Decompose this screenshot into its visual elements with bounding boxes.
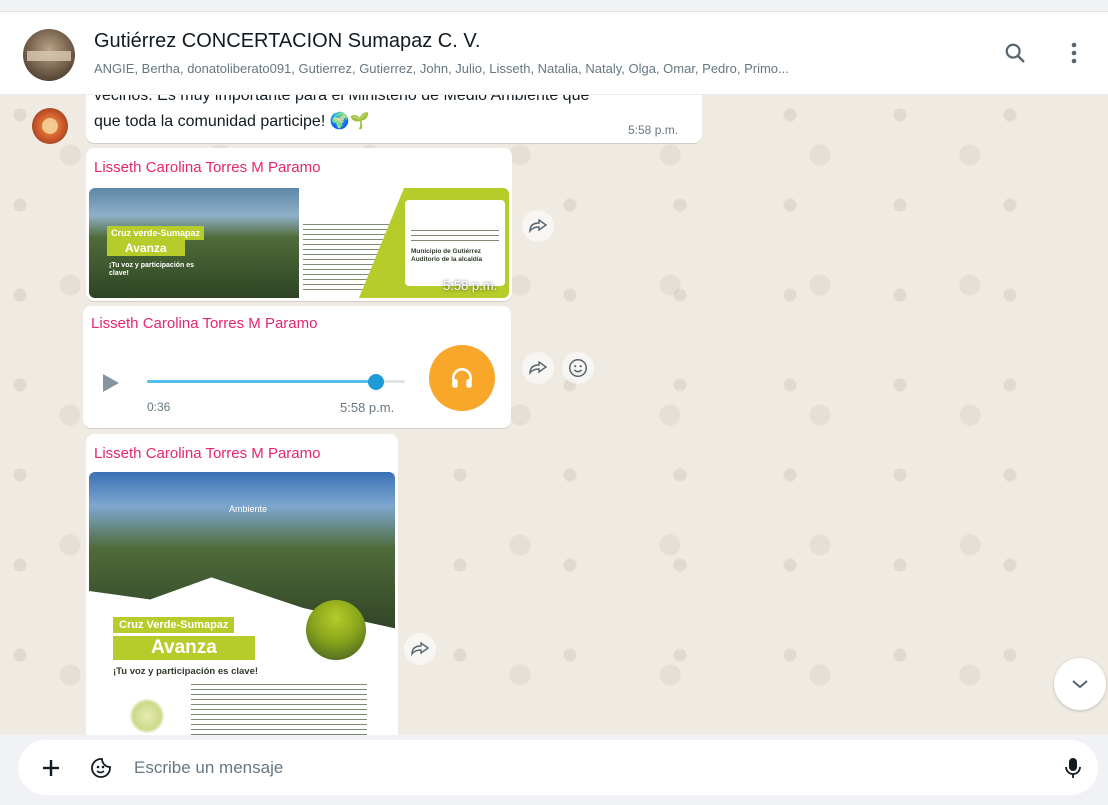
microphone-icon[interactable]: [1058, 753, 1088, 783]
poster-brand: Ambiente: [229, 504, 268, 514]
sender-avatar[interactable]: [32, 108, 68, 144]
search-icon[interactable]: [1000, 38, 1030, 68]
message-time: 5:58 p.m.: [628, 123, 679, 137]
frailejon-graphic: [129, 698, 165, 734]
poster-slogan: ¡Tu voz y participación es clave!: [113, 666, 259, 677]
poster-badge: [306, 600, 366, 660]
poster-tag-top: Cruz verde-Sumapaz: [107, 226, 205, 240]
poster-tag-top: Cruz Verde-Sumapaz: [113, 617, 235, 633]
attach-plus-icon[interactable]: [36, 753, 66, 783]
poster-info-card: Municipio de Gutiérrez Auditorio de la a…: [405, 200, 505, 286]
window-top-strip: [0, 0, 1108, 12]
poster-body-text: [191, 684, 367, 735]
audio-message[interactable]: Lisseth Carolina Torres M Paramo 0:36 5:…: [83, 306, 511, 428]
chat-header[interactable]: Gutiérrez CONCERTACION Sumapaz C. V. ANG…: [0, 12, 1108, 95]
poster-image[interactable]: Ambiente Cruz Verde-Sumapaz Avanza ¡Tu v…: [89, 472, 395, 735]
text-message[interactable]: vecinos. Es muy importante para el Minis…: [86, 95, 702, 143]
audio-progress-knob[interactable]: [368, 374, 384, 390]
sticker-emoji-icon[interactable]: [86, 753, 116, 783]
message-list[interactable]: vecinos. Es muy importante para el Minis…: [0, 95, 1108, 735]
sender-name[interactable]: Lisseth Carolina Torres M Paramo: [91, 315, 317, 332]
message-line: que toda la comunidad participe! 🌍🌱: [94, 113, 370, 130]
headphones-icon: [429, 345, 495, 411]
poster-slogan: ¡Tu voz y participación es clave!: [109, 262, 195, 277]
message-line: vecinos. Es muy importante para el Minis…: [94, 95, 590, 104]
forward-icon[interactable]: [404, 633, 436, 665]
message-input[interactable]: [134, 754, 1034, 782]
sender-name[interactable]: Lisseth Carolina Torres M Paramo: [94, 159, 320, 176]
poster-image[interactable]: Cruz verde-Sumapaz Avanza ¡Tu voz y part…: [89, 188, 509, 298]
chat-title[interactable]: Gutiérrez CONCERTACION Sumapaz C. V.: [94, 30, 480, 53]
audio-duration: 0:36: [147, 400, 171, 414]
scroll-down-chevron-icon[interactable]: [1054, 658, 1106, 710]
forward-icon[interactable]: [522, 352, 554, 384]
image-time: 5:58 p.m.: [443, 278, 498, 293]
image-message[interactable]: Lisseth Carolina Torres M Paramo Ambient…: [86, 434, 398, 735]
react-emoji-icon[interactable]: [562, 352, 594, 384]
poster-tag-main: Avanza: [113, 636, 255, 660]
participants-list[interactable]: ANGIE, Bertha, donatoliberato091, Gutier…: [94, 61, 974, 76]
sender-name[interactable]: Lisseth Carolina Torres M Paramo: [94, 445, 320, 462]
poster-tag-main: Avanza: [107, 240, 185, 256]
forward-icon[interactable]: [522, 210, 554, 242]
group-avatar[interactable]: [23, 29, 75, 81]
more-vert-icon[interactable]: [1059, 38, 1089, 68]
image-message[interactable]: Lisseth Carolina Torres M Paramo Cruz ve…: [86, 148, 512, 301]
poster-place: Municipio de Gutiérrez Auditorio de la a…: [411, 248, 483, 263]
audio-progress-track[interactable]: [147, 380, 405, 383]
play-icon[interactable]: [103, 374, 119, 392]
message-composer: [0, 735, 1108, 805]
message-time: 5:58 p.m.: [340, 400, 395, 415]
